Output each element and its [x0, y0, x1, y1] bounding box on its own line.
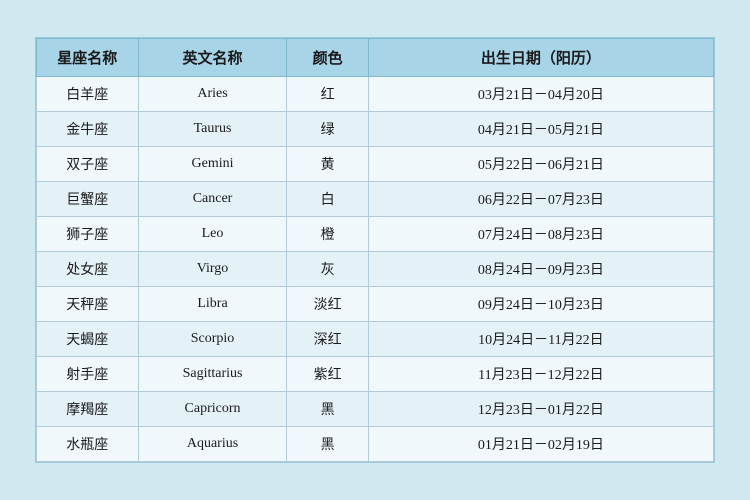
cell-chinese: 摩羯座: [37, 392, 139, 427]
cell-date: 05月22日－06月21日: [368, 147, 713, 182]
zodiac-table-container: 星座名称 英文名称 颜色 出生日期（阳历） 白羊座Aries红03月21日－04…: [35, 37, 715, 463]
table-row: 射手座Sagittarius紫红11月23日－12月22日: [37, 357, 714, 392]
cell-date: 04月21日－05月21日: [368, 112, 713, 147]
table-row: 狮子座Leo橙07月24日－08月23日: [37, 217, 714, 252]
cell-color: 黄: [287, 147, 368, 182]
cell-color: 灰: [287, 252, 368, 287]
cell-chinese: 金牛座: [37, 112, 139, 147]
table-row: 巨蟹座Cancer白06月22日－07月23日: [37, 182, 714, 217]
cell-chinese: 水瓶座: [37, 427, 139, 462]
cell-chinese: 狮子座: [37, 217, 139, 252]
cell-english: Virgo: [138, 252, 287, 287]
cell-date: 06月22日－07月23日: [368, 182, 713, 217]
header-english: 英文名称: [138, 39, 287, 77]
table-row: 双子座Gemini黄05月22日－06月21日: [37, 147, 714, 182]
cell-color: 黑: [287, 427, 368, 462]
cell-english: Leo: [138, 217, 287, 252]
cell-chinese: 天蝎座: [37, 322, 139, 357]
cell-chinese: 白羊座: [37, 77, 139, 112]
cell-date: 11月23日－12月22日: [368, 357, 713, 392]
cell-date: 09月24日－10月23日: [368, 287, 713, 322]
cell-chinese: 射手座: [37, 357, 139, 392]
cell-color: 绿: [287, 112, 368, 147]
cell-color: 深红: [287, 322, 368, 357]
table-row: 水瓶座Aquarius黑01月21日－02月19日: [37, 427, 714, 462]
header-date: 出生日期（阳历）: [368, 39, 713, 77]
cell-date: 08月24日－09月23日: [368, 252, 713, 287]
table-row: 天蝎座Scorpio深红10月24日－11月22日: [37, 322, 714, 357]
cell-color: 白: [287, 182, 368, 217]
zodiac-table: 星座名称 英文名称 颜色 出生日期（阳历） 白羊座Aries红03月21日－04…: [36, 38, 714, 462]
cell-color: 黑: [287, 392, 368, 427]
cell-date: 01月21日－02月19日: [368, 427, 713, 462]
cell-color: 淡红: [287, 287, 368, 322]
cell-chinese: 巨蟹座: [37, 182, 139, 217]
table-row: 金牛座Taurus绿04月21日－05月21日: [37, 112, 714, 147]
cell-english: Libra: [138, 287, 287, 322]
cell-english: Taurus: [138, 112, 287, 147]
cell-color: 红: [287, 77, 368, 112]
cell-date: 07月24日－08月23日: [368, 217, 713, 252]
cell-date: 10月24日－11月22日: [368, 322, 713, 357]
cell-chinese: 天秤座: [37, 287, 139, 322]
table-header-row: 星座名称 英文名称 颜色 出生日期（阳历）: [37, 39, 714, 77]
cell-color: 橙: [287, 217, 368, 252]
header-chinese: 星座名称: [37, 39, 139, 77]
cell-date: 12月23日－01月22日: [368, 392, 713, 427]
cell-english: Cancer: [138, 182, 287, 217]
cell-chinese: 处女座: [37, 252, 139, 287]
table-row: 白羊座Aries红03月21日－04月20日: [37, 77, 714, 112]
cell-english: Capricorn: [138, 392, 287, 427]
cell-english: Scorpio: [138, 322, 287, 357]
cell-english: Aquarius: [138, 427, 287, 462]
cell-date: 03月21日－04月20日: [368, 77, 713, 112]
cell-chinese: 双子座: [37, 147, 139, 182]
table-row: 天秤座Libra淡红09月24日－10月23日: [37, 287, 714, 322]
cell-english: Aries: [138, 77, 287, 112]
cell-english: Gemini: [138, 147, 287, 182]
cell-english: Sagittarius: [138, 357, 287, 392]
table-row: 处女座Virgo灰08月24日－09月23日: [37, 252, 714, 287]
table-row: 摩羯座Capricorn黑12月23日－01月22日: [37, 392, 714, 427]
cell-color: 紫红: [287, 357, 368, 392]
header-color: 颜色: [287, 39, 368, 77]
